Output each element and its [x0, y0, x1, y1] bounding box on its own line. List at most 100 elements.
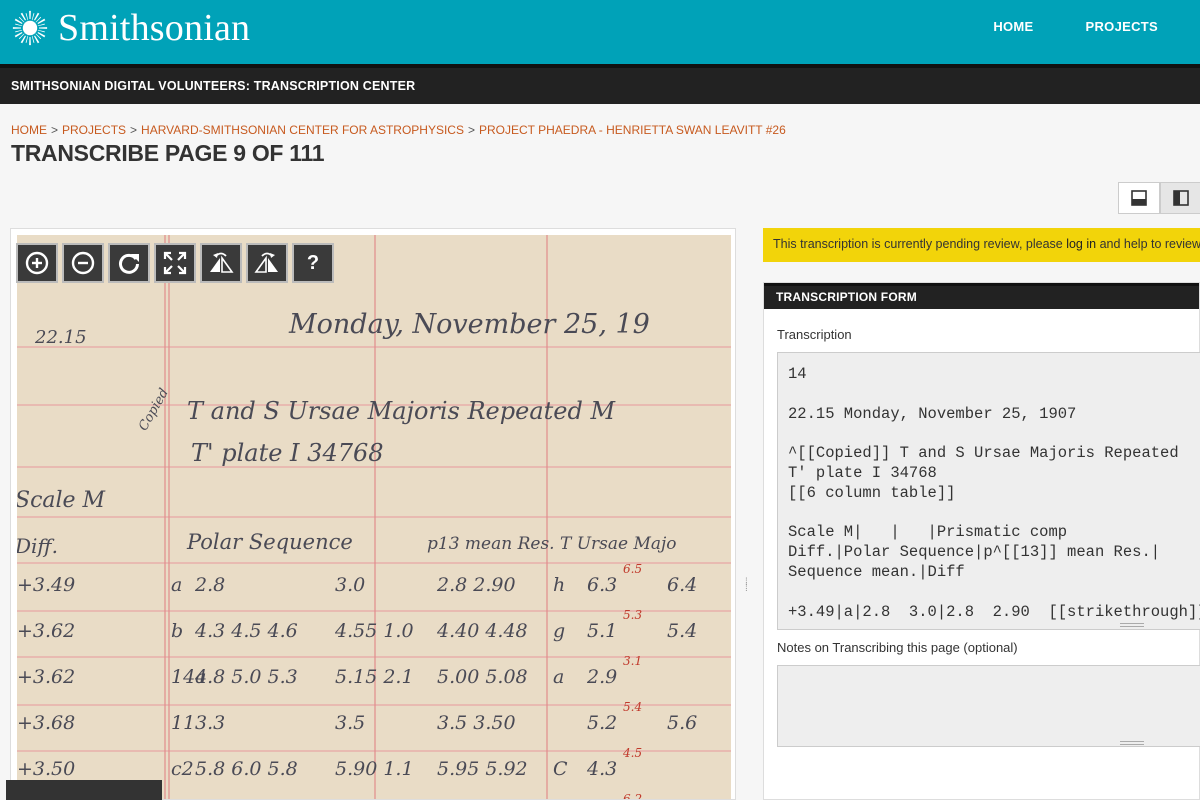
scan-diff-header: Diff. [17, 534, 58, 558]
layout-side-by-side-button[interactable] [1160, 182, 1200, 214]
zoom-out-button[interactable] [62, 243, 104, 283]
scan-line-2: T' plate I 34768 [191, 439, 384, 467]
sub-header-title: SMITHSONIAN DIGITAL VOLUNTEERS: TRANSCRI… [11, 79, 416, 93]
page-title: TRANSCRIBE PAGE 9 OF 111 [11, 140, 325, 166]
scan-cell-c5: 5.2 [587, 712, 617, 734]
zoom-in-button[interactable] [16, 243, 58, 283]
flip-left-icon [210, 252, 234, 273]
transcription-label: Transcription [777, 327, 852, 342]
scan-cell-c3: 3.5 3.50 [437, 712, 516, 734]
scan-cell-c1: 4.8 5.0 5.3 [194, 666, 298, 688]
scan-polar-header: Polar Sequence [186, 530, 353, 554]
scan-cell-letter: 11 [171, 712, 195, 734]
smithsonian-logo[interactable]: Smithsonian [12, 6, 250, 50]
flip-right-button[interactable] [246, 243, 288, 283]
flip-left-button[interactable] [200, 243, 242, 283]
scan-cell-letter: c2 [171, 758, 194, 780]
scan-copied-note: Copied [136, 386, 172, 434]
scan-line-1: T and S Ursae Majoris Repeated M [187, 397, 616, 425]
transcription-form: TRANSCRIPTION FORM Transcription 14 22.1… [763, 282, 1200, 800]
breadcrumb-separator: > [51, 123, 59, 137]
scan-cell-c2: 3.5 [335, 712, 365, 734]
scan-cell-diff: +3.49 [17, 574, 75, 596]
scan-p13-header: p13 mean Res. T Ursae Majo [427, 534, 677, 554]
scan-cell-diff: +3.68 [17, 712, 75, 734]
scan-cell-c3: 5.95 5.92 [437, 758, 528, 780]
notice-text-before: This transcription is currently pending … [773, 237, 1067, 251]
scan-cell-c4: g [553, 620, 565, 642]
transcription-textarea[interactable]: 14 22.15 Monday, November 25, 1907 ^[[Co… [777, 352, 1200, 630]
fullscreen-icon [163, 251, 187, 275]
scan-cell-c5: 6.3 [587, 574, 617, 596]
breadcrumb-separator: > [467, 123, 475, 137]
nav-projects-link[interactable]: PROJECTS [1086, 19, 1158, 34]
viewer-toolbar: ? [16, 243, 334, 283]
scan-cell-c2: 3.0 [335, 574, 365, 596]
scan-cell-c2: 5.15 2.1 [335, 666, 414, 688]
scan-cell-diff: +3.62 [17, 666, 75, 688]
fullscreen-button[interactable] [154, 243, 196, 283]
scan-cell-red: 3.1 [623, 654, 642, 668]
nav-home-link[interactable]: HOME [993, 19, 1033, 34]
breadcrumb: HOME > PROJECTS > HARVARD-SMITHSONIAN CENTER… [11, 123, 786, 137]
image-viewer[interactable]: 14 22.15 Monday, November 25, 19 Copied … [10, 228, 736, 800]
scan-cell-c6: 6.4 [667, 574, 697, 596]
rotate-icon [119, 253, 139, 274]
scan-cell-red: 4.5 [622, 746, 642, 760]
top-nav: HOME PROJECTS [993, 19, 1158, 34]
layout-stacked-button[interactable] [1118, 182, 1160, 214]
scan-cell-c1: 3.3 [195, 712, 225, 734]
breadcrumb-home[interactable]: HOME [11, 123, 47, 137]
rotate-button[interactable] [108, 243, 150, 283]
notes-textarea[interactable] [777, 665, 1200, 747]
layout-side-icon [1173, 190, 1189, 206]
scan-time: 22.15 [34, 327, 87, 348]
notes-resize-grip[interactable] [1120, 741, 1144, 745]
scan-cell-c4: C [553, 758, 568, 780]
scan-cell-c3: 2.8 2.90 [436, 574, 516, 596]
layout-stacked-icon [1131, 190, 1147, 206]
notice-text-after: and help to review [1096, 237, 1200, 251]
scan-date: Monday, November 25, 19 [288, 309, 650, 340]
scan-cell-c2: 5.90 1.1 [335, 758, 414, 780]
logo-wordmark: Smithsonian [58, 7, 251, 49]
notice-login-link[interactable]: log in [1066, 237, 1096, 251]
scan-cell-red: 5.3 [623, 608, 642, 622]
notes-label: Notes on Transcribing this page (optiona… [777, 640, 1018, 655]
scan-cell-c5: 5.1 [587, 620, 617, 642]
breadcrumb-center[interactable]: HARVARD-SMITHSONIAN CENTER FOR ASTROPHYS… [141, 123, 464, 137]
scan-cell-letter: b [171, 620, 183, 642]
scan-cell-diff: +3.62 [17, 620, 75, 642]
scan-cell-c1: 5.8 6.0 5.8 [195, 758, 298, 780]
help-icon: ? [306, 251, 320, 274]
scan-scale: Scale M [17, 488, 106, 513]
scan-cell-c5: 2.9 [586, 666, 617, 688]
scan-cell-c3: 5.00 5.08 [437, 666, 528, 688]
scanned-page-image[interactable]: 14 22.15 Monday, November 25, 19 Copied … [17, 235, 731, 800]
zoom-out-icon [71, 251, 95, 275]
scan-cell-red: 5.4 [623, 700, 642, 714]
transcription-resize-grip[interactable] [1120, 623, 1144, 627]
zoom-in-icon [25, 251, 49, 275]
review-notice: This transcription is currently pending … [763, 228, 1200, 262]
scan-cell-c5: 4.3 [586, 758, 617, 780]
ledger-page-drawing: 14 22.15 Monday, November 25, 19 Copied … [17, 235, 731, 800]
breadcrumb-separator: > [130, 123, 138, 137]
form-header: TRANSCRIPTION FORM [764, 283, 1199, 309]
help-button[interactable]: ? [292, 243, 334, 283]
scan-cell-c4: h [553, 574, 565, 596]
sun-icon [12, 10, 48, 46]
breadcrumb-projects[interactable]: PROJECTS [62, 123, 126, 137]
scan-cell-c4: a [553, 666, 564, 688]
scan-cell-c6: 5.6 [667, 712, 697, 734]
scan-cell-red: 6.5 [623, 562, 642, 576]
scan-cell-c1: 4.3 4.5 4.6 [194, 620, 298, 642]
breadcrumb-project[interactable]: PROJECT PHAEDRA - HENRIETTA SWAN LEAVITT… [479, 123, 786, 137]
viewer-navigator[interactable] [6, 780, 162, 800]
scan-cell-c3: 4.40 4.48 [436, 620, 528, 642]
scan-cell-red: 6.2 [623, 792, 642, 800]
sub-header: SMITHSONIAN DIGITAL VOLUNTEERS: TRANSCRI… [0, 64, 1200, 104]
layout-toggle [1118, 182, 1200, 214]
panel-resize-handle[interactable]: ⁞ ⁞ [745, 578, 753, 600]
site-header: Smithsonian HOME PROJECTS [0, 0, 1200, 64]
